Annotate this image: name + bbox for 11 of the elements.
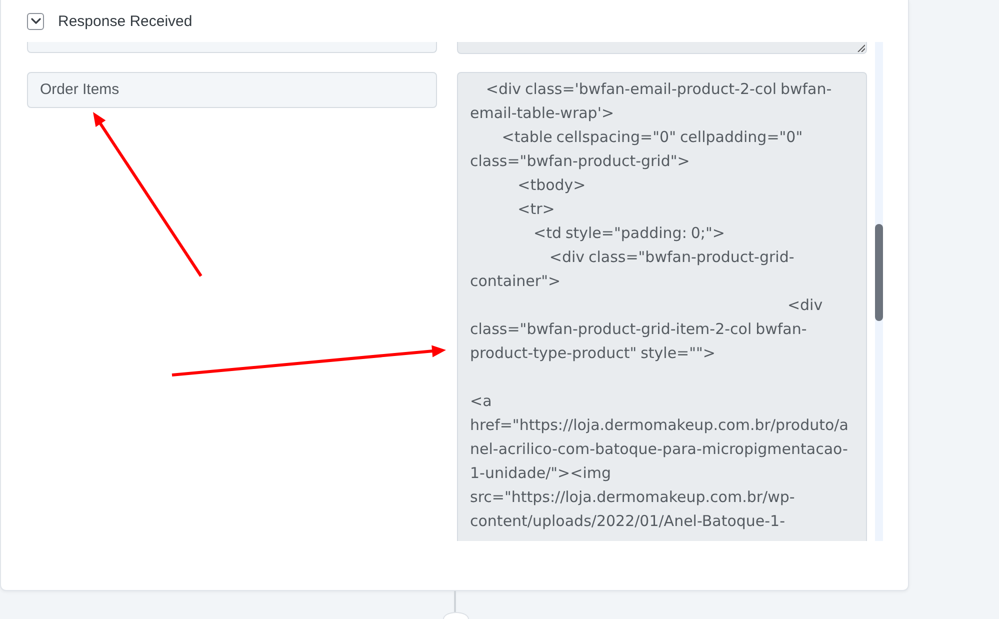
connector-node: [443, 612, 469, 619]
input-field[interactable]: [27, 42, 437, 53]
textarea-field[interactable]: [457, 42, 867, 54]
chevron-down-icon: [30, 18, 40, 24]
resize-handle-icon[interactable]: [857, 44, 865, 52]
collapse-toggle[interactable]: [27, 12, 44, 30]
textarea-field[interactable]: <div class='bwfan-email-product-2-col bwfan-email-table-wrap'> <table cellspacing="0" cellpadding="0" class="bwfan-product-grid"> <tbody> <tr> <td style="padding: 0;"> <div class="bwfan-product-grid-container"> <div class="bwfan-product-grid-item-2-col bwfan-product-type-product" style=""> <a href="https://loja.dermomakeup.com.br/produto/anel-acrilico-com-batoque-para-micropigmentacao-1-unidade/"><img src="https://loja.dermomakeup.com.br/wp-content/uploads/2022/01/Anel-Batoque-1-: [457, 72, 867, 541]
connector-line: [454, 591, 456, 612]
section-title: Response Received: [58, 12, 192, 30]
scrollbar-thumb[interactable]: [875, 224, 883, 321]
input-field[interactable]: Order Items: [27, 72, 437, 108]
